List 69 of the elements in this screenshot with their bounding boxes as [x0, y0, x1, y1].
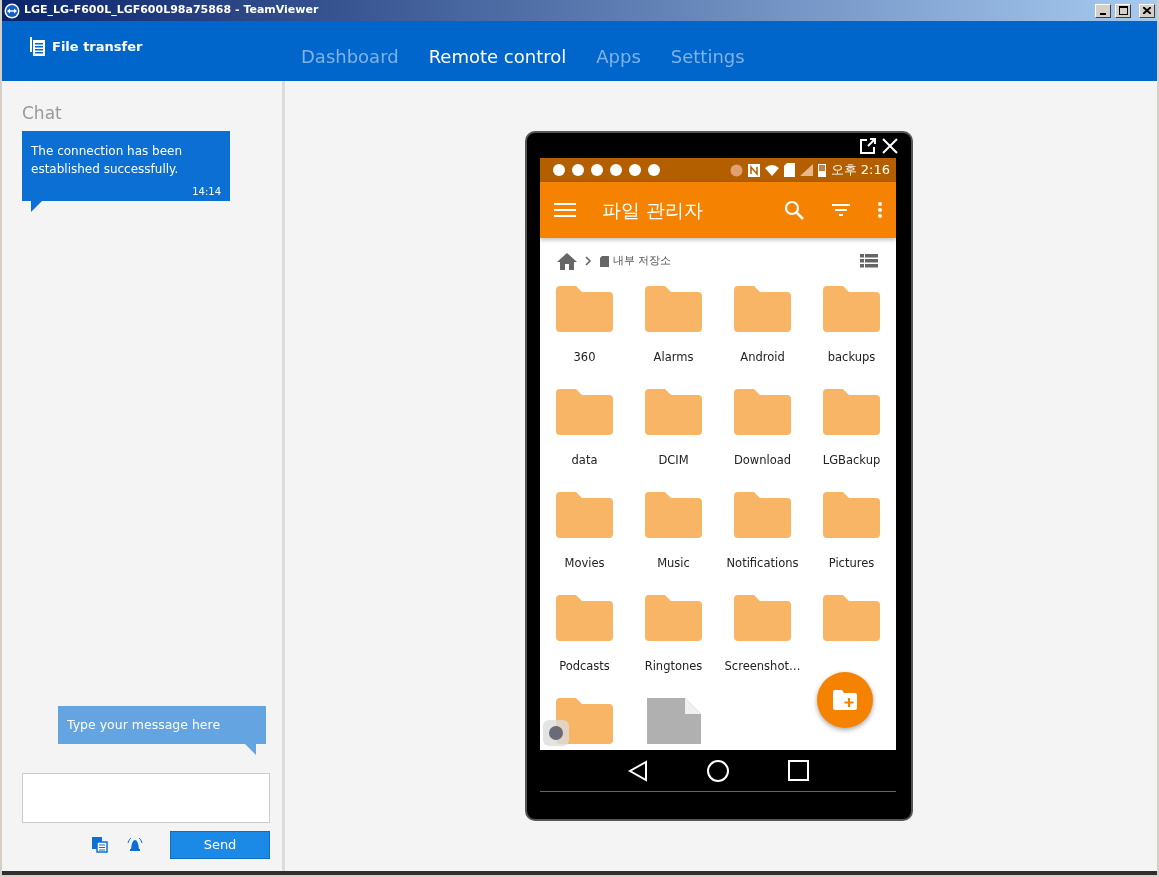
message-time: 14:14	[191, 185, 221, 199]
dot-icon	[549, 726, 563, 740]
teamviewer-logo-icon	[4, 2, 20, 19]
file-name: Screenshot…	[724, 658, 801, 675]
new-folder-button[interactable]	[817, 672, 873, 728]
nav-tab[interactable]: Dashboard	[301, 42, 399, 70]
file-name: Ringtones	[644, 658, 703, 675]
close-icon	[1143, 7, 1151, 14]
bluetooth-icon	[729, 163, 743, 177]
nav-tab[interactable]: Remote control	[428, 42, 567, 70]
notification-icon	[628, 163, 642, 177]
clipboard-icon[interactable]	[92, 837, 108, 853]
file-icon[interactable]	[646, 698, 701, 744]
more-options-icon[interactable]	[878, 202, 882, 218]
app-title: 파일 관리자	[602, 197, 705, 223]
file-name: LGBackup	[822, 452, 881, 469]
send-button[interactable]: Send	[170, 831, 270, 859]
battery-icon	[817, 163, 826, 177]
menu-icon[interactable]	[554, 202, 576, 218]
message-hint-bubble: Type your message here	[58, 706, 266, 755]
signal-icon	[799, 164, 813, 176]
notification-icon	[590, 163, 604, 177]
file-name: DCIM	[658, 452, 689, 469]
window-title: LGE_LG-F600L_LGF600L98a75868 - TeamViewer	[24, 2, 320, 19]
home-button-icon[interactable]	[706, 759, 729, 782]
new-folder-icon	[833, 690, 857, 710]
sd-card-icon	[600, 255, 609, 267]
sd-card-icon	[783, 163, 795, 177]
message-input-field[interactable]	[22, 773, 270, 823]
file-name: Music	[657, 555, 690, 572]
file-name: Alarms	[653, 349, 694, 366]
notification-icon	[552, 163, 566, 177]
file-transfer-icon	[30, 37, 46, 57]
maximize-button[interactable]	[1115, 3, 1131, 18]
notification-icon	[609, 163, 623, 177]
file-name: Pictures	[828, 555, 875, 572]
file-name: Movies	[564, 555, 605, 572]
wifi-icon	[764, 164, 779, 176]
nav-tab[interactable]: Apps	[596, 42, 641, 70]
minimize-icon	[1100, 12, 1106, 15]
search-icon[interactable]	[784, 200, 804, 220]
message-text: The connection has been established successfully.	[31, 143, 184, 178]
file-name: backups	[827, 349, 876, 366]
chat-title: Chat	[22, 103, 63, 123]
status-time: 오후 2:16	[830, 161, 890, 180]
maximize-icon	[1118, 6, 1128, 15]
file-name: Notifications	[726, 555, 799, 572]
file-name: data	[571, 452, 598, 469]
file-name: Download	[733, 452, 792, 469]
back-icon[interactable]	[627, 759, 648, 782]
file-name: 360	[573, 349, 596, 366]
nav-tab[interactable]: Settings	[670, 42, 745, 70]
bell-icon[interactable]	[126, 837, 144, 853]
breadcrumb-label[interactable]: 내부 저장소	[613, 252, 852, 270]
list-view-icon[interactable]	[860, 254, 878, 268]
recent-apps-icon[interactable]	[787, 760, 809, 781]
minimize-button[interactable]	[1095, 3, 1111, 18]
notification-icon	[571, 163, 585, 177]
file-name: Podcasts	[559, 658, 610, 675]
nfc-icon	[747, 163, 760, 177]
file-transfer-label[interactable]: File transfer	[52, 37, 143, 57]
external-window-icon[interactable]	[860, 137, 876, 154]
notification-icon	[647, 163, 661, 177]
chevron-right-icon	[585, 256, 592, 266]
home-icon[interactable]	[557, 252, 577, 270]
filter-icon[interactable]	[832, 203, 850, 217]
file-name: Android	[740, 349, 785, 366]
close-button[interactable]	[1139, 3, 1155, 18]
close-icon[interactable]	[882, 137, 898, 154]
